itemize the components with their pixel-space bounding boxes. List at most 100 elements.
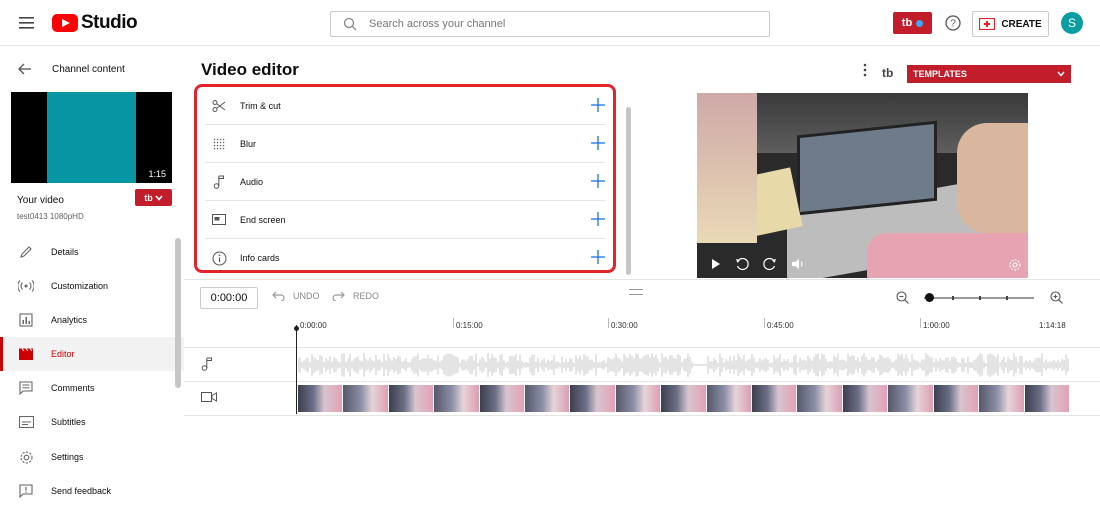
sidebar-item-editor[interactable]: Editor [0,337,184,371]
search-box[interactable] [330,11,770,37]
tool-end-screen[interactable]: End screen [205,201,605,239]
zoom-slider-handle[interactable] [925,293,934,302]
sidebar-scrollbar[interactable] [175,238,181,388]
ruler-tick-label: 0:15:00 [456,321,483,330]
video-camera-icon [201,392,217,402]
page-title: Video editor [201,60,299,79]
sidebar-item-label: Subtitles [51,417,86,427]
filmstrip-frame [1024,385,1069,412]
video-track[interactable] [184,382,1100,416]
volume-icon[interactable] [791,258,805,270]
ruler-tick [764,318,765,328]
sidebar-item-label: Details [51,247,79,257]
tubebuddy-menu-button[interactable]: tb [135,189,172,206]
redo-icon [332,291,345,301]
zoom-out-icon[interactable] [896,291,909,304]
chevron-down-icon [155,194,163,201]
undo-label: UNDO [293,291,320,301]
filmstrip-frame [298,385,343,412]
add-icon[interactable] [591,136,605,150]
sidebar-item-label: Analytics [51,315,88,325]
search-icon [343,17,357,31]
tubebuddy-label: tb [901,17,913,29]
timecode-field[interactable]: 0:00:00 [200,287,258,309]
sidebar-item-label: Settings [51,452,84,462]
filmstrip-frame [434,385,479,412]
templates-dropdown[interactable]: TEMPLATES [907,65,1071,83]
redo-button[interactable]: REDO [332,291,379,301]
add-icon[interactable] [591,98,605,112]
tool-audio[interactable]: Audio [205,163,605,201]
filmstrip-frame [797,385,842,412]
studio-logo[interactable]: Studio [52,12,138,34]
ruler-tick [608,318,609,328]
rewind-10-icon[interactable] [735,257,749,271]
forward-10-icon[interactable] [763,257,777,271]
tool-info-cards[interactable]: Info cards [205,239,605,277]
feedback-icon [17,482,35,500]
filmstrip-frame [388,385,434,412]
tools-scrollbar[interactable] [626,107,631,275]
player-controls [697,250,1028,278]
undo-button[interactable]: UNDO [272,291,320,301]
sidebar-item-comments[interactable]: Comments [0,371,184,405]
menu-icon[interactable] [16,12,38,34]
help-icon[interactable]: ? [944,14,962,32]
gear-icon[interactable] [1008,258,1022,272]
ruler-tick-label: 0:45:00 [767,321,794,330]
add-icon[interactable] [591,250,605,264]
tool-blur[interactable]: Blur [205,125,605,163]
zoom-in-icon[interactable] [1050,291,1063,304]
avatar[interactable]: S [1061,12,1083,34]
create-button[interactable]: CREATE [972,11,1049,37]
back-label: Channel content [52,63,125,75]
end-screen-icon [211,212,227,228]
play-icon[interactable] [711,258,721,270]
panel-resize-handle[interactable] [629,289,643,295]
filmstrip-frame [888,385,933,412]
sidebar-item-send-feedback[interactable]: Send feedback [0,474,184,508]
playhead[interactable] [296,325,297,414]
thumbnail-frame [47,92,136,183]
tubebuddy-button[interactable]: tb [893,12,932,34]
more-options-icon[interactable] [862,63,868,77]
playhead-handle[interactable] [294,326,299,331]
tool-label: Info cards [240,253,280,263]
add-icon[interactable] [591,174,605,188]
blur-grid-icon [211,136,227,152]
scissors-icon [211,98,227,114]
preview-scene [697,93,757,243]
video-title: Your video [17,195,64,206]
sidebar-item-label: Customization [51,281,109,291]
tool-label: End screen [240,214,286,225]
sidebar-item-settings[interactable]: Settings [0,440,184,474]
chevron-down-icon [1057,71,1065,77]
audio-track[interactable] [184,348,1100,382]
youtube-play-icon [52,14,78,32]
thumbnail-duration: 1:15 [145,168,169,180]
search-input[interactable] [369,18,749,30]
sidebar-item-subtitles[interactable]: Subtitles [0,405,184,439]
tool-trim-cut[interactable]: Trim & cut [205,87,605,125]
video-preview[interactable] [697,93,1028,278]
sidebar-item-customization[interactable]: Customization [0,269,184,303]
timeline-ruler[interactable]: 0:00:00 0:15:00 0:30:00 0:45:00 1:00:00 … [184,314,1100,348]
ruler-tick-label: 0:00:00 [300,321,327,330]
divider [184,279,1100,280]
sidebar-item-details[interactable]: Details [0,235,184,269]
filmstrip-frame [661,385,706,412]
gear-icon [17,448,35,466]
video-thumbnail[interactable]: 1:15 [11,92,172,183]
logo-text: Studio [81,12,138,33]
filmstrip-frame [706,385,752,412]
sidebar-item-analytics[interactable]: Analytics [0,303,184,337]
ruler-tick-label: 0:30:00 [611,321,638,330]
add-icon[interactable] [591,212,605,226]
zoom-tick [979,296,981,300]
audio-waveform [298,353,1069,377]
info-icon [211,250,227,266]
tubebuddy-small-label: tb [144,192,153,203]
top-bar: Studio tb ? CREATE S [0,0,1100,46]
back-to-channel-content[interactable]: Channel content [0,47,184,91]
sidebar-item-label: Send feedback [51,486,112,496]
